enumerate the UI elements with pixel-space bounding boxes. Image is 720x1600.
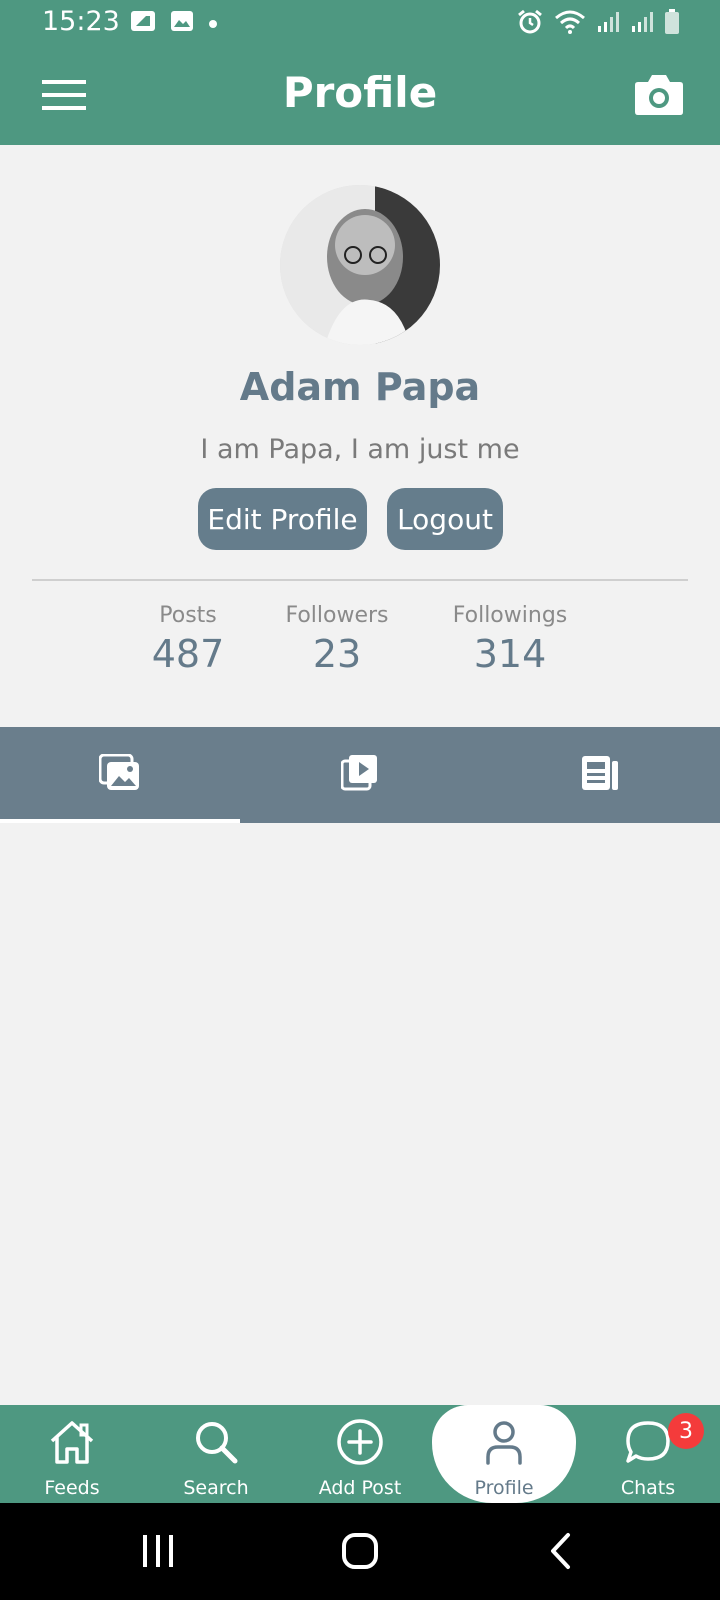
app-bar: Profile [0,46,720,145]
signal-icon [630,10,654,38]
alarm-icon [516,8,544,40]
stat-value: 23 [312,632,362,676]
camera-icon[interactable] [634,72,684,116]
nav-add-post[interactable]: Add Post [288,1405,432,1503]
battery-icon [664,9,680,39]
stat-label: Posts [159,603,217,628]
back-icon[interactable] [548,1532,574,1574]
status-time: 15:23 [42,6,120,37]
content-tabs [0,727,720,823]
sim-card-icon [130,10,156,36]
person-icon [479,1417,529,1467]
divider [32,579,688,581]
video-icon [340,754,379,796]
article-icon [581,755,619,795]
nav-feeds[interactable]: Feeds [0,1405,144,1503]
page-title: Profile [282,68,438,117]
stat-followings[interactable]: Followings 314 [440,603,580,676]
tab-photos[interactable] [0,727,240,823]
nav-label: Feeds [44,1477,100,1499]
profile-bio: I am Papa, I am just me [200,434,520,465]
bottom-navigation: Feeds Search Add Post Profile 3 Chats [0,1405,720,1503]
chat-badge: 3 [668,1413,704,1449]
edit-profile-button[interactable]: Edit Profile [198,488,367,550]
wifi-icon [554,9,586,39]
nav-search[interactable]: Search [144,1405,288,1503]
tab-articles[interactable] [480,727,720,823]
nav-label: Search [183,1477,249,1499]
recent-apps-icon[interactable] [140,1533,176,1573]
profile-name: Adam Papa [239,365,481,409]
add-circle-icon [335,1417,385,1467]
stat-followers[interactable]: Followers 23 [270,603,404,676]
status-bar: 15:23 [0,0,720,46]
home-button-icon[interactable] [341,1532,379,1574]
tab-videos[interactable] [240,727,480,823]
home-icon [47,1417,97,1467]
nav-label: Profile [474,1477,534,1499]
nav-profile[interactable]: Profile [432,1405,576,1503]
signal-icon [596,10,620,38]
chat-icon [623,1417,673,1467]
dot-icon [208,14,218,33]
photos-icon [98,753,141,796]
stat-label: Followers [285,603,389,628]
nav-chats[interactable]: 3 Chats [576,1405,720,1503]
nav-label: Add Post [318,1477,402,1499]
logout-button[interactable]: Logout [387,488,503,550]
stat-posts[interactable]: Posts 487 [138,603,238,676]
system-navigation-bar [0,1503,720,1600]
image-icon [170,10,194,36]
stat-label: Followings [452,603,568,628]
nav-label: Chats [620,1477,676,1499]
avatar[interactable] [280,185,440,345]
stat-value: 487 [151,632,225,676]
search-icon [191,1417,241,1467]
stat-value: 314 [473,632,547,676]
